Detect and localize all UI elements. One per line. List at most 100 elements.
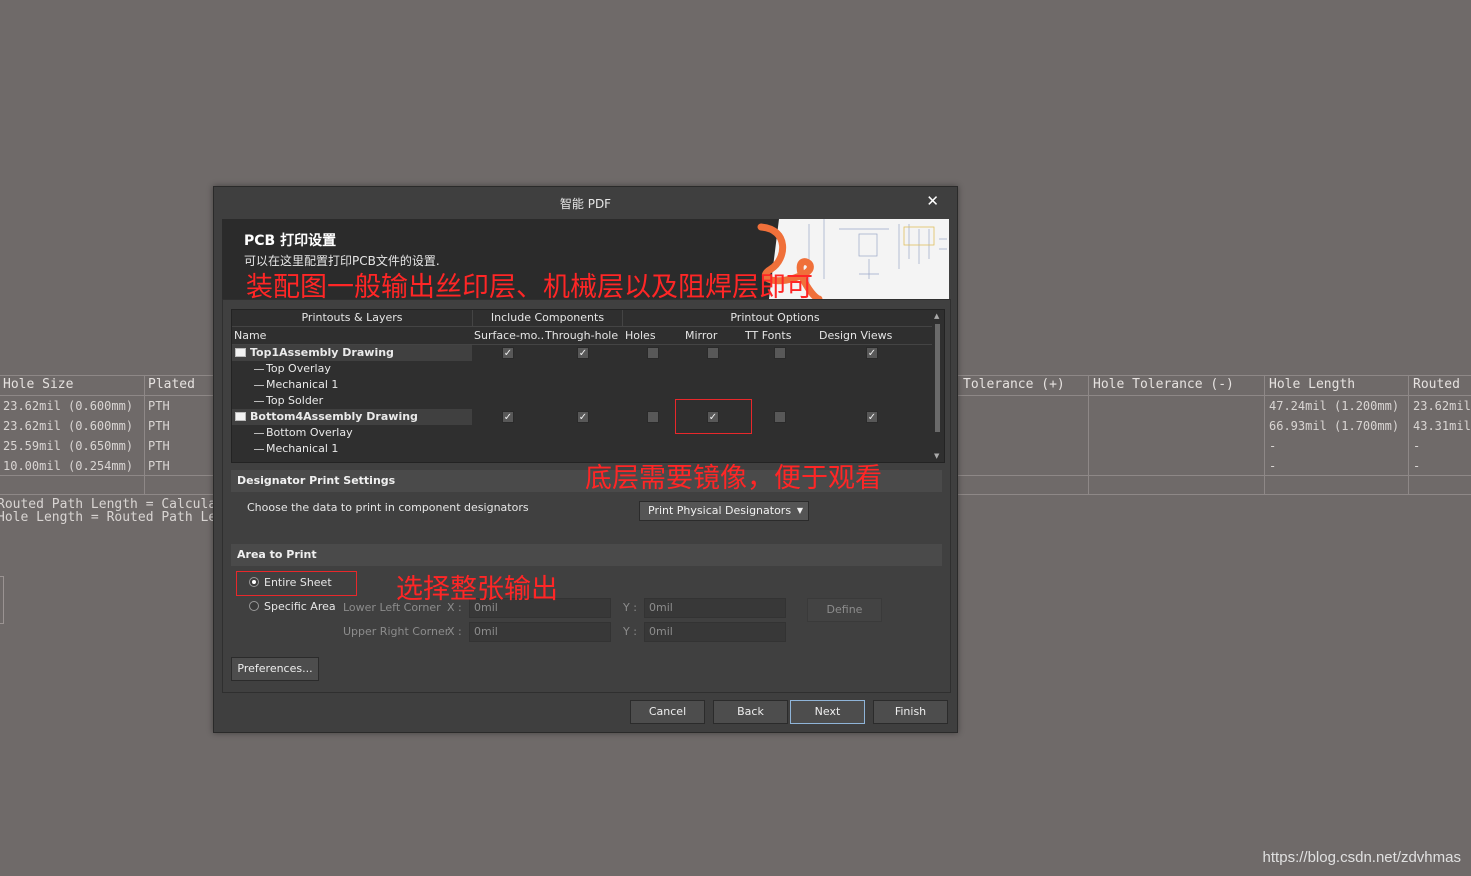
column-tt-fonts[interactable]: TT Fonts	[745, 328, 815, 344]
y-label: Y :	[623, 625, 637, 638]
scroll-down-arrow-icon[interactable]: ▼	[934, 452, 939, 460]
column-design-views[interactable]: Design Views	[819, 328, 909, 344]
settings-panel: Printouts & Layers Include Components Pr…	[222, 299, 951, 693]
cell-hole-length: -	[1269, 439, 1277, 453]
table-scrollbar[interactable]: ▲ ▼	[932, 310, 944, 462]
specific-area-label[interactable]: Specific Area	[264, 600, 336, 613]
cell-plated: PTH	[148, 419, 170, 433]
header-plated: Plated	[148, 377, 195, 392]
designator-label: Choose the data to print in component de…	[247, 501, 529, 514]
header-printouts-layers: Printouts & Layers	[232, 310, 473, 326]
table-row-bottom4[interactable]: Bottom4Assembly Drawing ✓ ✓ ✓ ✓	[232, 409, 926, 425]
background-fragment	[0, 576, 4, 624]
designator-dropdown[interactable]: Print Physical Designators ▼	[639, 501, 809, 521]
layer-name: Top Overlay	[266, 362, 331, 375]
checkbox-holes[interactable]	[647, 347, 659, 359]
layer-name: Mechanical 1	[266, 442, 339, 455]
layer-row[interactable]: Bottom Overlay	[232, 425, 926, 441]
header-hole-size: Hole Size	[3, 377, 74, 392]
cell-hole-size: 25.59mil (0.650mm)	[3, 439, 134, 453]
cell-routed: -	[1413, 459, 1421, 473]
column-holes[interactable]: Holes	[625, 328, 681, 344]
chevron-down-icon: ▼	[796, 506, 803, 515]
lower-left-y-input[interactable]: 0mil	[644, 598, 786, 618]
printouts-table: Printouts & Layers Include Components Pr…	[231, 309, 945, 463]
printout-name: Bottom4Assembly Drawing	[250, 410, 418, 423]
dialog-titlebar[interactable]: 智能 PDF ✕	[214, 187, 957, 218]
finish-button[interactable]: Finish	[873, 700, 948, 724]
layer-row[interactable]: Top Overlay	[232, 361, 926, 377]
layer-row[interactable]: Mechanical 1	[232, 377, 926, 393]
cell-hole-length: 66.93mil (1.700mm)	[1269, 419, 1400, 433]
checkbox-surface[interactable]: ✓	[502, 411, 514, 423]
mirror-highlight-box	[675, 399, 752, 434]
layer-name: Top Solder	[266, 394, 324, 407]
printout-page-icon	[235, 412, 246, 421]
annotation-mirror-bottom: 底层需要镜像，便于观看	[585, 463, 882, 494]
column-through-hole[interactable]: Through-hole	[545, 328, 621, 344]
cell-plated: PTH	[148, 399, 170, 413]
column-divider	[1408, 375, 1409, 495]
cell-hole-length: -	[1269, 459, 1277, 473]
header-hole-length: Hole Length	[1269, 377, 1356, 392]
checkbox-mirror[interactable]	[707, 347, 719, 359]
cell-routed: 43.31mil	[1413, 419, 1471, 433]
back-button[interactable]: Back	[713, 700, 788, 724]
checkbox-holes[interactable]	[647, 411, 659, 423]
cell-hole-size: 23.62mil (0.600mm)	[3, 399, 134, 413]
column-surface-mount[interactable]: Surface-mo...	[474, 328, 544, 344]
upper-right-y-input[interactable]: 0mil	[644, 622, 786, 642]
checkbox-through[interactable]: ✓	[577, 347, 589, 359]
cell-routed: 23.62mil	[1413, 399, 1471, 413]
x-label: X :	[447, 625, 462, 638]
scroll-up-arrow-icon[interactable]: ▲	[934, 312, 939, 320]
tree-line	[254, 449, 264, 450]
column-divider	[1088, 375, 1089, 495]
next-button[interactable]: Next	[790, 700, 865, 724]
scrollbar-thumb[interactable]	[935, 324, 940, 432]
column-mirror[interactable]: Mirror	[685, 328, 741, 344]
checkbox-surface[interactable]: ✓	[502, 347, 514, 359]
designator-dropdown-value: Print Physical Designators	[648, 504, 792, 517]
column-divider	[144, 375, 145, 495]
printout-name: Top1Assembly Drawing	[250, 346, 394, 359]
cell-routed: -	[1413, 439, 1421, 453]
y-label: Y :	[623, 601, 637, 614]
annotation-entire-sheet: 选择整张输出	[396, 574, 558, 605]
header-routed: Routed	[1413, 377, 1460, 392]
table-row-top1[interactable]: Top1Assembly Drawing ✓ ✓ ✓	[232, 345, 926, 361]
upper-right-corner-label: Upper Right Corner	[343, 625, 450, 638]
header-divider	[232, 326, 932, 327]
dialog-title: 智能 PDF	[559, 197, 612, 211]
cancel-button[interactable]: Cancel	[630, 700, 705, 724]
printout-page-icon	[235, 348, 246, 357]
cell-plated: PTH	[148, 459, 170, 473]
upper-right-x-input[interactable]: 0mil	[469, 622, 611, 642]
preferences-button[interactable]: Preferences...	[231, 657, 319, 681]
layer-row[interactable]: Top Solder	[232, 393, 926, 409]
checkbox-design-views[interactable]: ✓	[866, 347, 878, 359]
cell-hole-size: 10.00mil (0.254mm)	[3, 459, 134, 473]
tree-line	[254, 369, 264, 370]
background-note: Hole Length = Routed Path Le	[0, 510, 217, 525]
entire-sheet-highlight-box	[236, 571, 357, 596]
checkbox-ttfonts[interactable]	[774, 411, 786, 423]
layer-row[interactable]: Mechanical 1	[232, 441, 926, 457]
tree-line	[254, 401, 264, 402]
close-icon[interactable]: ✕	[926, 192, 939, 210]
header-hole-tolerance-minus: Hole Tolerance (-)	[1093, 377, 1234, 392]
define-button[interactable]: Define	[807, 598, 882, 622]
header-printout-options: Printout Options	[730, 311, 820, 324]
radio-specific-area[interactable]	[249, 601, 259, 611]
cell-hole-length: 47.24mil (1.200mm)	[1269, 399, 1400, 413]
header-include-components: Include Components	[473, 310, 623, 326]
banner-title: PCB 打印设置	[244, 233, 337, 249]
checkbox-ttfonts[interactable]	[774, 347, 786, 359]
checkbox-through[interactable]: ✓	[577, 411, 589, 423]
layer-name: Bottom Overlay	[266, 426, 353, 439]
column-name[interactable]: Name	[234, 328, 470, 344]
checkbox-design-views[interactable]: ✓	[866, 411, 878, 423]
cell-plated: PTH	[148, 439, 170, 453]
layer-name: Mechanical 1	[266, 378, 339, 391]
watermark: https://blog.csdn.net/zdvhmas	[1262, 849, 1461, 866]
